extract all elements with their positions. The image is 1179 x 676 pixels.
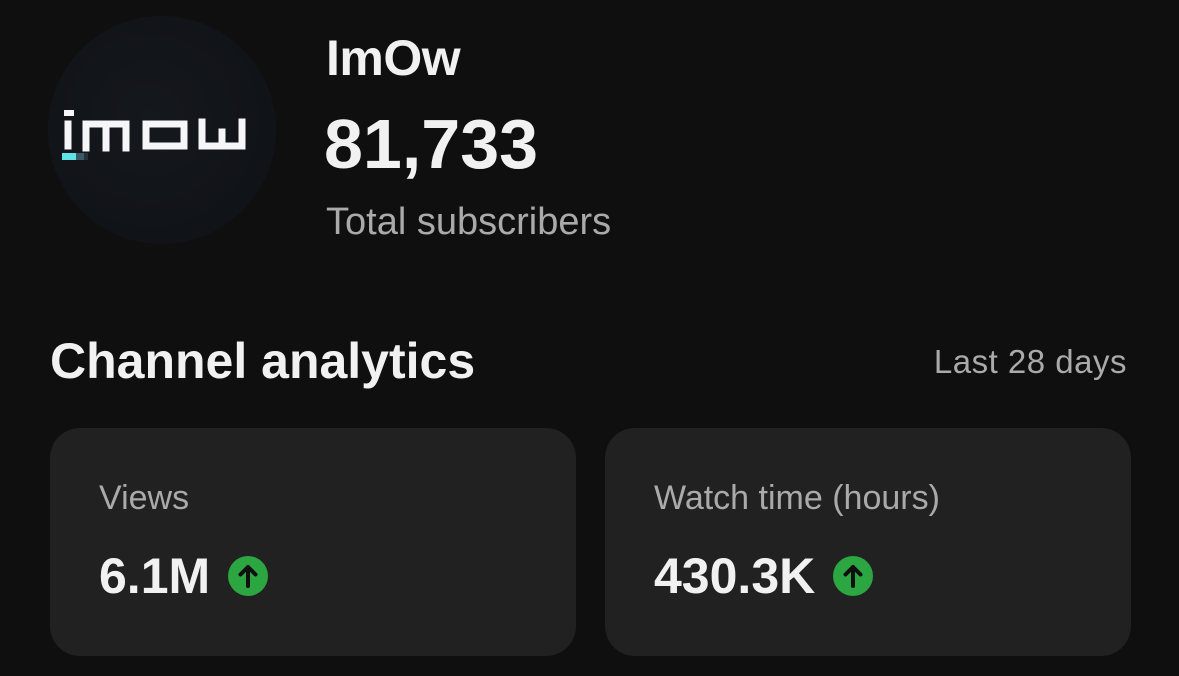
views-value: 6.1M <box>99 548 211 604</box>
views-label: Views <box>99 479 190 517</box>
views-card[interactable]: Views 6.1M <box>50 428 576 656</box>
watch-time-label: Watch time (hours) <box>654 479 940 517</box>
watch-time-card[interactable]: Watch time (hours) 430.3K <box>605 428 1131 656</box>
views-value-row: 6.1M <box>99 546 269 606</box>
analytics-page: ImOw 81,733 Total subscribers Channel an… <box>0 0 1179 676</box>
subscriber-label: Total subscribers <box>326 201 612 243</box>
period-selector[interactable]: Last 28 days <box>934 342 1127 382</box>
channel-name[interactable]: ImOw <box>326 30 461 86</box>
watch-time-value-row: 430.3K <box>654 546 874 606</box>
watch-time-value: 430.3K <box>654 548 816 604</box>
arrow-up-icon <box>833 556 874 596</box>
section-title: Channel analytics <box>50 333 476 389</box>
subscriber-count: 81,733 <box>324 105 539 183</box>
channel-logo-icon <box>62 110 246 160</box>
arrow-up-icon <box>228 556 269 596</box>
channel-avatar[interactable] <box>48 16 276 244</box>
